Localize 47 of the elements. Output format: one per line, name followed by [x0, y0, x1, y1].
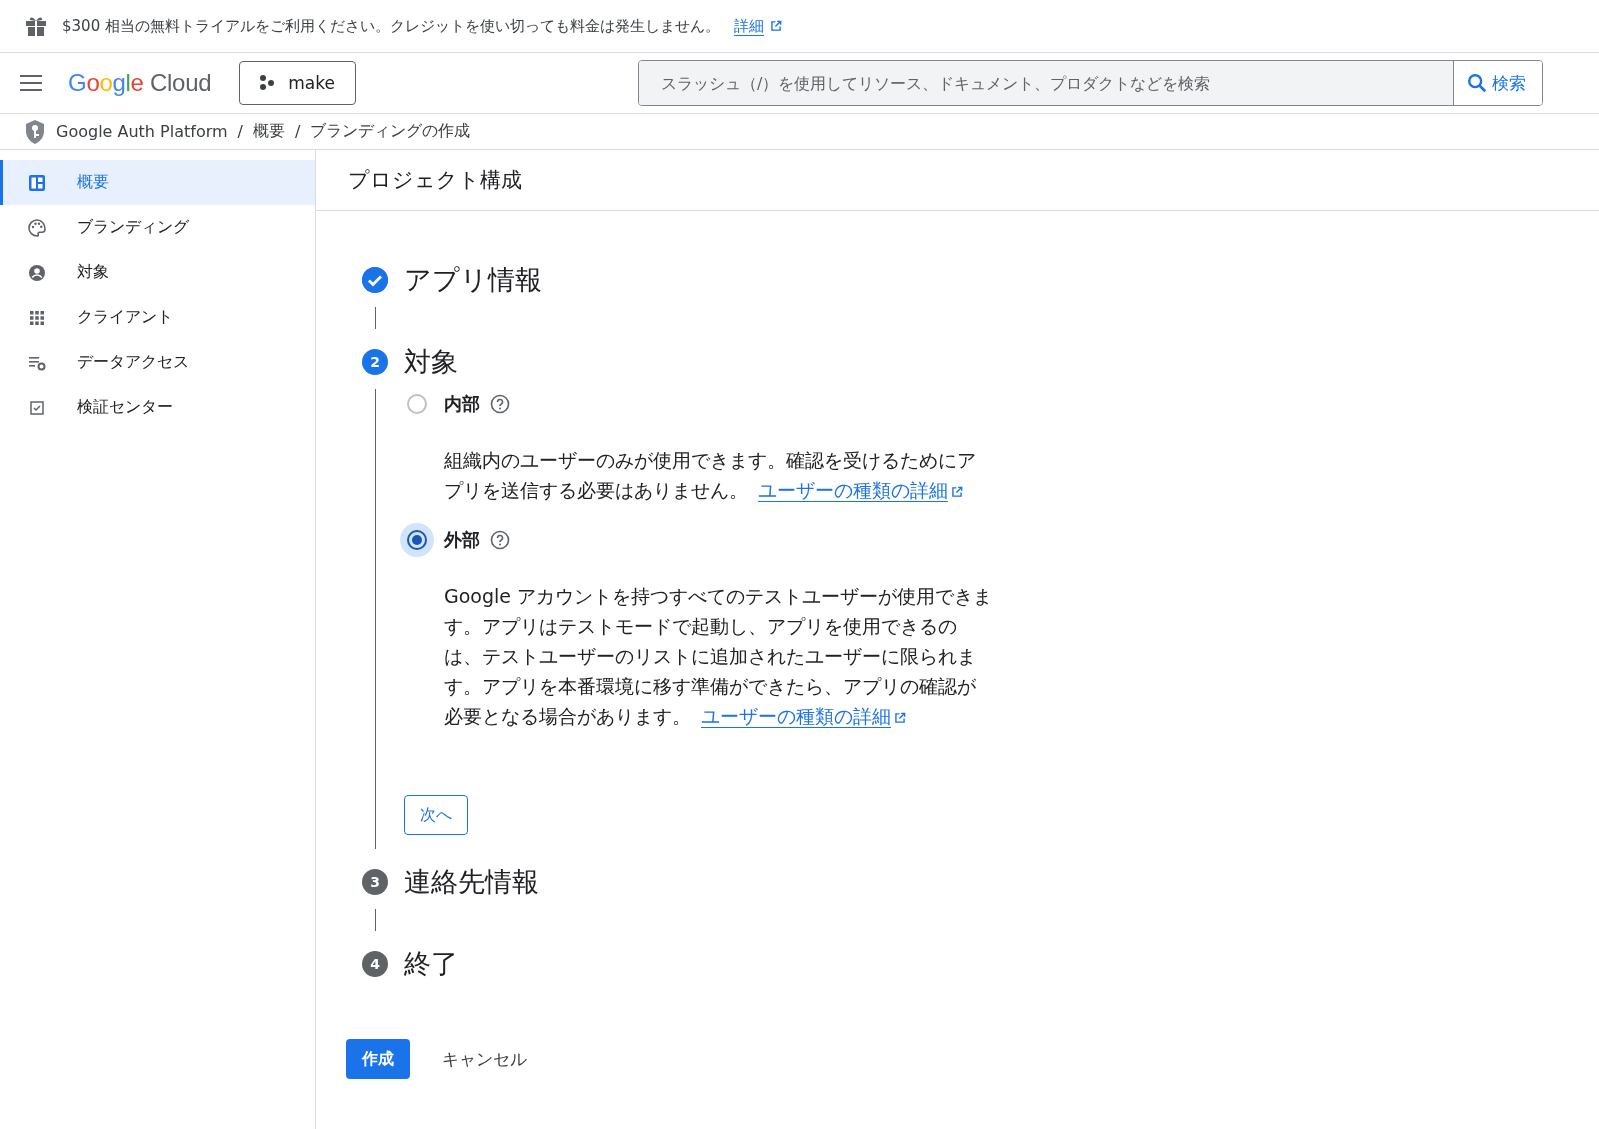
sidebar-item[interactable]: データアクセス: [0, 340, 315, 385]
search-icon: [1465, 72, 1488, 94]
next-button[interactable]: 次へ: [404, 795, 468, 835]
sidebar-item[interactable]: 対象: [0, 250, 315, 295]
option-description: Google アカウントを持つすべてのテストユーザーが使用できます。アプリはテストモードで起動し、アプリを使用できるのは、テストユーザーのリストに追加されたユーザーに限られます。アプリを本番環境に移す準備ができたら、アプリの確認が必要となる場合があります。 ユーザーの種類の詳細: [444, 584, 994, 729]
step-number: 3: [362, 869, 388, 895]
option-label: 内部: [444, 392, 480, 416]
search-field[interactable]: スラッシュ（/）を使用してリソース、ドキュメント、プロダクトなどを検索: [638, 61, 1454, 105]
google-cloud-logo[interactable]: Google Cloud: [68, 69, 212, 97]
project-picker[interactable]: make: [239, 61, 356, 105]
step-number: 2: [362, 349, 388, 375]
sidebar-item[interactable]: ブランディング: [0, 205, 315, 250]
create-button[interactable]: 作成: [346, 1039, 410, 1079]
breadcrumb-item: ブランディングの作成: [310, 121, 471, 142]
details-link[interactable]: 詳細: [733, 16, 783, 36]
shield-key-icon: [24, 118, 46, 145]
sidebar-item[interactable]: 概要: [0, 160, 315, 205]
step-title: 対象: [404, 345, 459, 379]
external-link-icon: [950, 484, 964, 499]
cancel-button[interactable]: キャンセル: [436, 1046, 533, 1072]
step-done-icon: [362, 267, 388, 293]
step-title: 終了: [404, 947, 459, 981]
user-type-link[interactable]: ユーザーの種類の詳細: [701, 705, 891, 727]
palette-icon: [27, 217, 47, 238]
breadcrumb-separator: /: [294, 122, 301, 141]
help-icon[interactable]: [490, 394, 510, 414]
step-number: 4: [362, 951, 388, 977]
sidebar-item[interactable]: 検証センター: [0, 385, 315, 430]
project-icon: [258, 74, 277, 92]
breadcrumb-item[interactable]: Google Auth Platform: [56, 122, 228, 141]
external-link-icon: [893, 710, 907, 725]
breadcrumb-item[interactable]: 概要: [252, 121, 285, 142]
step-title: アプリ情報: [404, 263, 543, 297]
dashboard-icon: [27, 172, 47, 193]
user-type-link[interactable]: ユーザーの種類の詳細: [758, 479, 948, 501]
help-icon[interactable]: [490, 530, 510, 550]
step-title: 連絡先情報: [404, 865, 540, 899]
account-icon: [27, 262, 47, 283]
banner-text: $300 相当の無料トライアルをご利用ください。クレジットを使い切っても料金は発生しません。: [62, 16, 720, 36]
sidebar-item[interactable]: クライアント: [0, 295, 315, 340]
option-label: 外部: [444, 528, 480, 552]
page-title: プロジェクト構成: [348, 167, 522, 194]
menu-icon[interactable]: [20, 75, 42, 91]
radio-button[interactable]: [400, 523, 434, 557]
option-description: 組織内のユーザーのみが使用できます。確認を受けるためにアプリを送信する必要はありません。 ユーザーの種類の詳細: [444, 448, 977, 503]
breadcrumb-separator: /: [237, 122, 243, 141]
external-link-icon: [768, 19, 783, 33]
